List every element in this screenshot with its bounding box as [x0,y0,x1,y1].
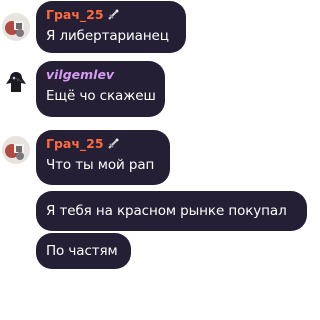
message-text: Я либертарианец [46,28,169,44]
message-bubble: Я тебя на красном рынке покупал [36,191,307,231]
message-text: По частям [46,243,118,259]
avatar[interactable] [2,136,30,164]
avatar[interactable] [2,13,30,41]
message-author[interactable]: Грач_25 [46,7,175,23]
sword-badge-icon [106,8,120,22]
user-avatar-image [2,136,30,164]
plague-doctor-avatar-image [2,68,30,96]
message-bubble: vilgemlev Ещё чо скажеш [36,61,165,117]
message-bubble: По частям [36,233,131,269]
avatar[interactable] [2,68,30,96]
message-text: Я тебя на красном рынке покупал [46,203,287,219]
message-bubble: Грач_25 Я либертарианец [36,1,186,53]
message-text: Ещё чо скажеш [46,88,156,104]
user-avatar-image [2,13,30,41]
message-author[interactable]: vilgemlev [46,67,154,83]
message-bubble: Грач_25 Что ты мой рап [36,130,170,185]
sword-badge-icon [106,137,120,151]
message-text: Что ты мой рап [46,157,155,173]
message-author[interactable]: Грач_25 [46,136,159,152]
